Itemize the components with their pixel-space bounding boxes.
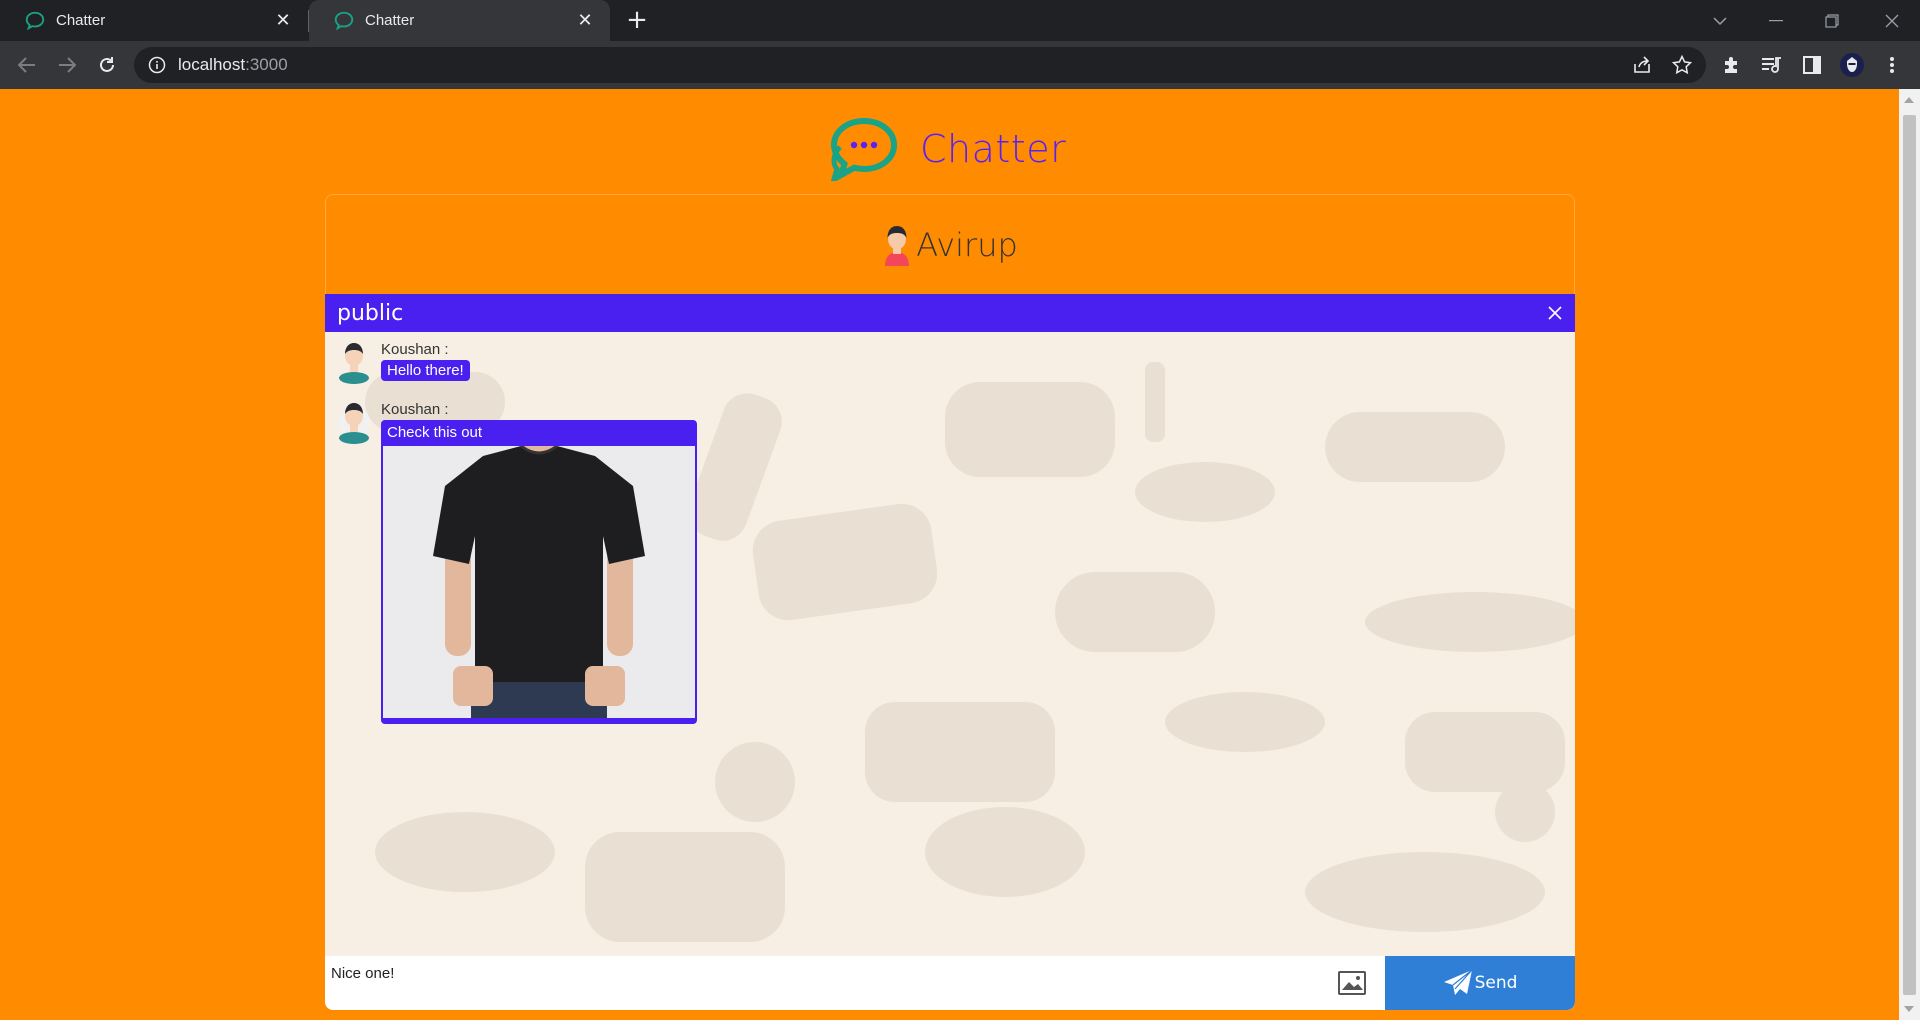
sender-avatar-icon xyxy=(339,343,369,384)
url-port: :3000 xyxy=(245,55,288,74)
share-icon[interactable] xyxy=(1626,49,1658,81)
browser-tab[interactable]: Chatter ✕ xyxy=(0,0,308,41)
tab-close-icon[interactable]: ✕ xyxy=(272,10,294,32)
send-button[interactable]: Send xyxy=(1385,956,1575,1010)
page-scrollbar[interactable] xyxy=(1899,89,1920,1020)
new-tab-button[interactable]: + xyxy=(624,7,650,34)
tab-title: Chatter xyxy=(365,12,415,29)
tab-title: Chatter xyxy=(56,12,106,29)
scroll-up-icon[interactable] xyxy=(1904,97,1914,103)
image-message[interactable]: Check this out xyxy=(381,420,697,724)
paper-plane-icon xyxy=(1443,969,1473,995)
attach-image-icon[interactable] xyxy=(1337,970,1367,996)
black-tshirt-photo[interactable] xyxy=(383,446,695,718)
chat-favicon-icon xyxy=(25,11,45,30)
back-icon[interactable] xyxy=(11,49,43,81)
message-composer: Send xyxy=(325,956,1575,1010)
message-item: Koushan : Check this out xyxy=(337,400,697,724)
tab-search-icon[interactable] xyxy=(1692,0,1748,41)
room-name: public xyxy=(337,300,404,326)
sender-avatar-icon xyxy=(338,403,370,444)
scroll-down-icon[interactable] xyxy=(1904,1006,1914,1012)
browser-tab-strip: Chatter ✕ Chatter ✕ + xyxy=(0,0,1920,41)
url-host: localhost xyxy=(178,55,246,74)
current-user-bar: Avirup xyxy=(325,194,1575,294)
message-sender: Koushan : xyxy=(381,401,449,418)
scrollbar-thumb[interactable] xyxy=(1903,115,1916,995)
tab-close-icon[interactable]: ✕ xyxy=(574,10,596,32)
app-page: Chatter Avirup public Koushan: Hello th… xyxy=(0,89,1899,1020)
message-text: Hello there! xyxy=(381,360,470,381)
room-header: public xyxy=(325,294,1575,332)
profile-avatar-icon[interactable] xyxy=(1836,49,1868,81)
restore-icon[interactable] xyxy=(1804,0,1860,41)
address-bar[interactable]: localhost:3000 xyxy=(134,47,1706,83)
message-sender: Koushan : xyxy=(381,341,449,358)
app-brand: Chatter xyxy=(830,114,1066,184)
forward-icon[interactable] xyxy=(51,49,83,81)
bookmark-star-icon[interactable] xyxy=(1666,49,1698,81)
message-item: Koushan : Hello there! xyxy=(337,340,470,384)
reload-icon[interactable] xyxy=(91,49,123,81)
user-avatar-icon xyxy=(885,225,910,266)
extensions-puzzle-icon[interactable] xyxy=(1716,49,1748,81)
media-queue-icon[interactable] xyxy=(1756,49,1788,81)
site-info-icon[interactable] xyxy=(148,56,166,74)
current-username: Avirup xyxy=(916,225,1018,264)
message-input[interactable] xyxy=(325,956,1325,1010)
brand-name: Chatter xyxy=(920,127,1067,171)
image-caption: Check this out xyxy=(387,424,483,441)
close-window-icon[interactable] xyxy=(1864,0,1920,41)
chat-panel: Avirup public Koushan: Hello there! Kou… xyxy=(325,194,1575,1010)
side-panel-icon[interactable] xyxy=(1796,49,1828,81)
message-list[interactable]: Koushan : Hello there! Koushan : Check t… xyxy=(325,332,1575,956)
chat-favicon-icon xyxy=(334,11,354,30)
browser-tab-active[interactable]: Chatter ✕ xyxy=(309,0,610,41)
browser-toolbar: localhost:3000 xyxy=(0,41,1920,89)
minimize-icon[interactable] xyxy=(1748,0,1804,41)
browser-menu-icon[interactable] xyxy=(1876,49,1908,81)
chat-logo-icon xyxy=(830,117,898,181)
send-label: Send xyxy=(1474,973,1518,993)
close-room-icon[interactable] xyxy=(1545,303,1565,323)
